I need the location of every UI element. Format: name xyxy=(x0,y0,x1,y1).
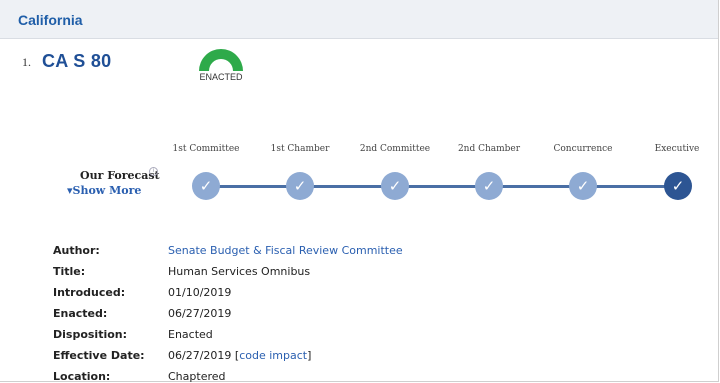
forecast-label: Our Forecast xyxy=(80,169,160,182)
stage-label-executive: Executive xyxy=(654,144,700,154)
author-link[interactable]: Senate Budget & Fiscal Review Committee xyxy=(168,244,403,257)
enacted-label: Enacted: xyxy=(53,307,108,320)
info-icon[interactable]: i xyxy=(149,167,158,176)
stage-check-icon-executive: ✓ xyxy=(664,172,692,200)
stage-label-2nd-committee: 2nd Committee xyxy=(359,144,431,154)
code-impact-close-bracket: ] xyxy=(307,349,312,362)
stage-label-1st-chamber: 1st Chamber xyxy=(270,144,330,154)
region-title: California xyxy=(18,12,83,28)
show-more-link[interactable]: ▾Show More xyxy=(67,184,141,197)
stage-check-icon-1st-committee: ✓ xyxy=(192,172,220,200)
location-label: Location: xyxy=(53,370,111,383)
introduced-value: 01/10/2019 xyxy=(168,286,232,299)
forecast-track xyxy=(205,185,680,188)
stage-check-icon-2nd-committee: ✓ xyxy=(381,172,409,200)
title-label: Title: xyxy=(53,265,86,278)
stage-check-icon-concurrence: ✓ xyxy=(569,172,597,200)
stage-label-concurrence: Concurrence xyxy=(553,144,613,154)
location-value: Chaptered xyxy=(168,370,226,383)
effective-date-value: 06/27/2019 xyxy=(168,349,232,362)
code-impact-link[interactable]: code impact xyxy=(239,349,307,362)
enacted-value: 06/27/2019 xyxy=(168,307,232,320)
introduced-label: Introduced: xyxy=(53,286,126,299)
title-value: Human Services Omnibus xyxy=(168,265,311,278)
author-label: Author: xyxy=(53,244,100,257)
stage-check-icon-2nd-chamber: ✓ xyxy=(475,172,503,200)
stage-check-icon-1st-chamber: ✓ xyxy=(286,172,314,200)
disposition-value: Enacted xyxy=(168,328,213,341)
bill-index: 1. xyxy=(22,55,31,69)
stage-label-2nd-chamber: 2nd Chamber xyxy=(457,144,521,154)
status-badge: ENACTED xyxy=(196,43,246,85)
enacted-arc-icon xyxy=(199,49,243,71)
stage-label-1st-committee: 1st Committee xyxy=(172,144,240,154)
bill-title-link[interactable]: CA S 80 xyxy=(42,51,111,72)
disposition-label: Disposition: xyxy=(53,328,128,341)
effective-date-label: Effective Date: xyxy=(53,349,145,362)
effective-date-row: 06/27/2019 [code impact] xyxy=(168,349,311,362)
region-header: California xyxy=(0,0,718,39)
status-badge-label: ENACTED xyxy=(199,72,243,82)
